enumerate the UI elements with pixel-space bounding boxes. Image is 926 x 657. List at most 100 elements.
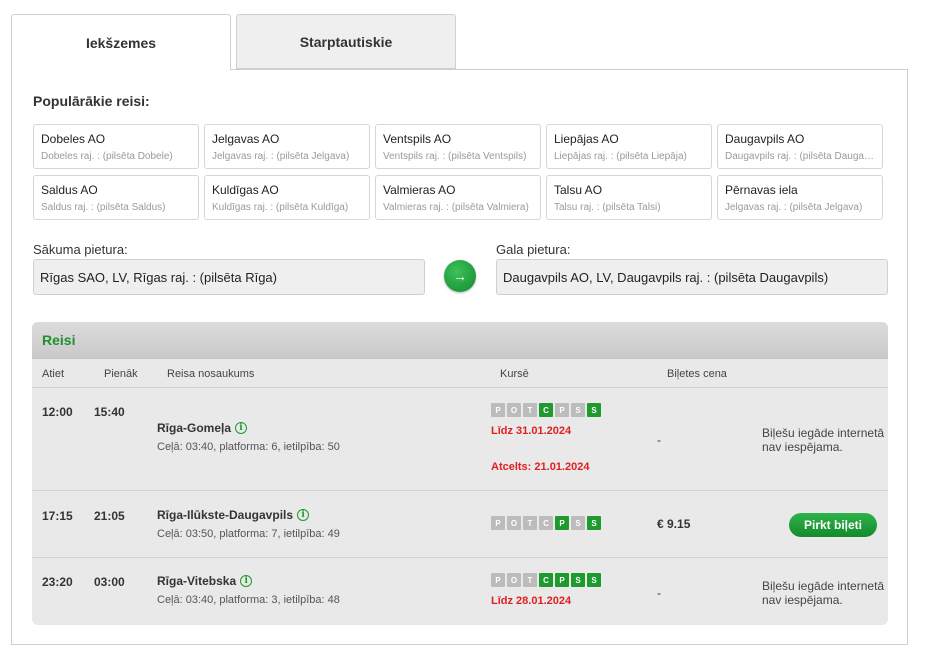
- trips-table: Reisi Atiet Pienāk Reisa nosaukums Kursē…: [32, 322, 888, 625]
- valid-until-note: Līdz 28.01.2024: [491, 595, 572, 607]
- tab-domestic[interactable]: Iekšzemes: [11, 14, 231, 70]
- day-badge: S: [587, 573, 601, 587]
- day-badge: T: [523, 403, 537, 417]
- day-badge: P: [555, 573, 569, 587]
- day-badge: S: [571, 516, 585, 530]
- day-badge: P: [491, 403, 505, 417]
- trip-name-text: Rīga-Ilūkste-Daugavpils: [157, 508, 294, 522]
- trips-title: Reisi: [32, 322, 888, 359]
- divider: [32, 557, 888, 558]
- popular-item[interactable]: Saldus AO Saldus raj. : (pilsēta Saldus): [33, 175, 199, 220]
- day-badge: P: [491, 573, 505, 587]
- divider: [32, 387, 888, 388]
- col-name: Reisa nosaukums: [167, 368, 255, 380]
- info-icon[interactable]: i: [297, 509, 310, 521]
- day-badge: T: [523, 573, 537, 587]
- arrive-time: 21:05: [94, 509, 125, 523]
- days-row: POTCPSS: [491, 403, 601, 417]
- popular-item-name: Ventspils AO: [383, 132, 452, 146]
- depart-time: 17:15: [42, 509, 73, 523]
- info-icon[interactable]: i: [240, 575, 253, 587]
- popular-item[interactable]: Dobeles AO Dobeles raj. : (pilsēta Dobele…: [33, 124, 199, 169]
- popular-item[interactable]: Kuldīgas AO Kuldīgas raj. : (pilsēta Kuld…: [204, 175, 370, 220]
- price: € 9.15: [657, 517, 691, 531]
- cancelled-note: Atcelts: 21.01.2024: [491, 461, 590, 473]
- popular-item-sub: Kuldīgas raj. : (pilsēta Kuldīga): [212, 202, 349, 213]
- day-badge: C: [539, 516, 553, 530]
- popular-item-name: Valmieras AO: [383, 183, 456, 197]
- popular-item[interactable]: Ventspils AO Ventspils raj. : (pilsēta Ve…: [375, 124, 541, 169]
- popular-item-name: Dobeles AO: [41, 132, 106, 146]
- to-stop-input[interactable]: Daugavpils AO, LV, Daugavpils raj. : (pi…: [496, 259, 888, 295]
- depart-time: 23:20: [42, 575, 73, 589]
- day-badge: S: [587, 516, 601, 530]
- popular-item-sub: Talsu raj. : (pilsēta Talsi): [554, 202, 661, 213]
- trip-info: Ceļā: 03:40, platforma: 3, ietilpība: 48: [157, 594, 340, 606]
- day-badge: O: [507, 516, 521, 530]
- popular-item-sub: Ventspils raj. : (pilsēta Ventspils): [383, 151, 527, 162]
- popular-item[interactable]: Talsu AO Talsu raj. : (pilsēta Talsi): [546, 175, 712, 220]
- arrive-time: 15:40: [94, 405, 125, 419]
- divider: [32, 490, 888, 491]
- popular-item-name: Talsu AO: [554, 183, 603, 197]
- popular-item[interactable]: Daugavpils AO Daugavpils raj. : (pilsēta …: [717, 124, 883, 169]
- day-badge: S: [571, 403, 585, 417]
- depart-time: 12:00: [42, 405, 73, 419]
- info-icon[interactable]: i: [235, 422, 248, 434]
- popular-item-sub: Dobeles raj. : (pilsēta Dobele): [41, 151, 173, 162]
- col-arrives: Pienāk: [104, 368, 138, 380]
- day-badge: P: [555, 403, 569, 417]
- price: -: [657, 586, 661, 600]
- days-row: POTCPSS: [491, 573, 601, 587]
- popular-item-sub: Jelgavas raj. : (pilsēta Jelgava): [725, 202, 863, 213]
- trip-name-text: Rīga-Vitebska: [157, 574, 237, 588]
- day-badge: P: [555, 516, 569, 530]
- popular-item-name: Kuldīgas AO: [212, 183, 279, 197]
- price: -: [657, 433, 661, 447]
- popular-item[interactable]: Valmieras AO Valmieras raj. : (pilsēta Va…: [375, 175, 541, 220]
- purchase-unavailable-note: Biļešu iegāde internetā nav iespējama.: [762, 426, 885, 454]
- trip-name[interactable]: Rīga-Vitebska i: [157, 574, 340, 588]
- from-label: Sākuma pietura:: [33, 242, 128, 257]
- arrow-right-icon[interactable]: →: [444, 260, 476, 292]
- day-badge: S: [587, 403, 601, 417]
- buy-ticket-button[interactable]: Pirkt biļeti: [789, 513, 877, 537]
- trip-info: Ceļā: 03:50, platforma: 7, ietilpība: 49: [157, 528, 340, 540]
- trip-info: Ceļā: 03:40, platforma: 6, ietilpība: 50: [157, 441, 340, 453]
- col-departs: Atiet: [42, 368, 65, 380]
- popular-item[interactable]: Pērnavas iela Jelgavas raj. : (pilsēta Je…: [717, 175, 883, 220]
- arrive-time: 03:00: [94, 575, 125, 589]
- popular-item-sub: Liepājas raj. : (pilsēta Liepāja): [554, 151, 687, 162]
- to-label: Gala pietura:: [496, 242, 571, 257]
- tab-international[interactable]: Starptautiskie: [236, 14, 456, 69]
- popular-item-sub: Jelgavas raj. : (pilsēta Jelgava): [212, 151, 350, 162]
- trip-name[interactable]: Rīga-Gomeļa i: [157, 421, 340, 435]
- popular-item-sub: Saldus raj. : (pilsēta Saldus): [41, 202, 166, 213]
- search-panel: Populārākie reisi: Dobeles AO Dobeles raj…: [11, 69, 908, 645]
- trip-name[interactable]: Rīga-Ilūkste-Daugavpils i: [157, 508, 340, 522]
- day-badge: S: [571, 573, 585, 587]
- valid-until-note: Līdz 31.01.2024: [491, 425, 572, 437]
- col-price: Biļetes cena: [667, 368, 727, 380]
- purchase-unavailable-note: Biļešu iegāde internetā nav iespējama.: [762, 579, 885, 607]
- from-stop-input[interactable]: Rīgas SAO, LV, Rīgas raj. : (pilsēta Rīg…: [33, 259, 425, 295]
- popular-item-name: Pērnavas iela: [725, 183, 798, 197]
- popular-item-name: Saldus AO: [41, 183, 98, 197]
- popular-item-sub: Daugavpils raj. : (pilsēta Daugavpils): [725, 151, 875, 162]
- days-row: POTCPSS: [491, 516, 601, 530]
- popular-item-name: Daugavpils AO: [725, 132, 805, 146]
- popular-item-sub: Valmieras raj. : (pilsēta Valmiera): [383, 202, 529, 213]
- trip-name-text: Rīga-Gomeļa: [157, 421, 232, 435]
- popular-item-name: Liepājas AO: [554, 132, 619, 146]
- popular-item[interactable]: Jelgavas AO Jelgavas raj. : (pilsēta Jelg…: [204, 124, 370, 169]
- day-badge: C: [539, 573, 553, 587]
- day-badge: C: [539, 403, 553, 417]
- day-badge: O: [507, 403, 521, 417]
- day-badge: O: [507, 573, 521, 587]
- day-badge: P: [491, 516, 505, 530]
- popular-item[interactable]: Liepājas AO Liepājas raj. : (pilsēta Liep…: [546, 124, 712, 169]
- col-runs: Kursē: [500, 368, 529, 380]
- popular-grid: Dobeles AO Dobeles raj. : (pilsēta Dobele…: [33, 124, 883, 220]
- popular-title: Populārākie reisi:: [33, 93, 150, 109]
- day-badge: T: [523, 516, 537, 530]
